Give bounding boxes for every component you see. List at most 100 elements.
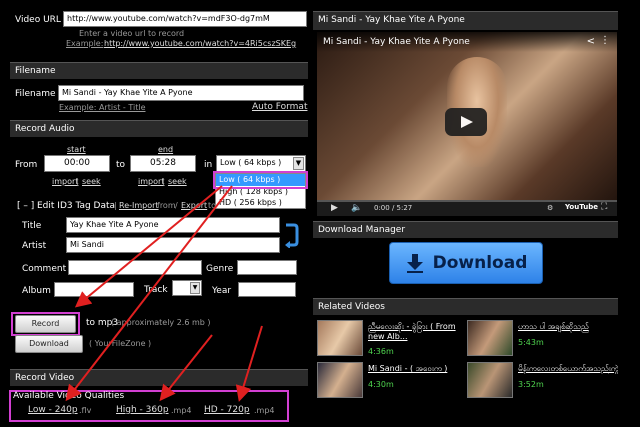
available-qualities-label: Available Video Qualities xyxy=(13,391,125,401)
play-button[interactable] xyxy=(445,108,487,136)
track-label: Track xyxy=(144,285,168,295)
end-seek-link[interactable]: seek xyxy=(168,177,187,186)
artist-input[interactable]: Mi Sandi xyxy=(66,237,280,253)
quality-highlight-box xyxy=(213,171,308,189)
chevron-down-icon[interactable]: ▼ xyxy=(293,157,304,170)
related-title[interactable]: မိန်းကလေးတစ်ယောက်အသည်းကွဲချိန် xyxy=(518,364,618,374)
download-arrow-icon xyxy=(406,254,423,273)
related-duration: 4:30m xyxy=(368,380,394,389)
start-time-input[interactable]: 00:00 xyxy=(44,155,110,172)
quality-240p-ext: .flv xyxy=(79,406,92,415)
related-title[interactable]: Mi Sandi - ( အဝေးက ) xyxy=(368,364,462,374)
comment-input[interactable] xyxy=(68,260,202,275)
quality-720p-link[interactable]: HD - 720p xyxy=(204,405,250,415)
id3-separator-2: / xyxy=(175,201,178,210)
related-title[interactable]: ညီမလေးဆိုး - ခွဲခြား ( From new Alb... xyxy=(368,322,462,342)
audio-quality-select[interactable]: Low ( 64 kbps ) ▼ xyxy=(216,155,306,172)
related-video-item[interactable]: မိန်းကလေးတစ်ယောက်အသည်းကွဲချိန် 3:52m xyxy=(467,362,618,400)
end-import-link[interactable]: import xyxy=(138,177,164,186)
filename-input[interactable]: Mi Sandi - Yay Khae Yite A Pyone xyxy=(58,85,304,101)
player-controls: ▶ 🔈 0:00 / 5:27 ⚙ YouTube ⛶ xyxy=(317,200,617,216)
quality-720p-ext: .mp4 xyxy=(254,406,275,415)
filename-section-header: Filename xyxy=(10,62,308,79)
download-manager-label: Download xyxy=(432,253,528,273)
arrow-to-720p xyxy=(235,325,263,402)
filename-label: Filename xyxy=(15,89,56,99)
track-chevron-down-icon[interactable]: ▼ xyxy=(190,282,200,294)
start-import-link[interactable]: import xyxy=(52,177,78,186)
related-duration: 3:52m xyxy=(518,380,544,389)
related-thumbnail[interactable] xyxy=(467,320,513,356)
end-time-input[interactable]: 05:28 xyxy=(130,155,196,172)
related-thumbnail[interactable] xyxy=(317,320,363,356)
download-manager-header: Download Manager xyxy=(313,221,618,238)
genre-input[interactable] xyxy=(237,260,297,275)
record-button[interactable]: Record xyxy=(15,315,76,333)
download-mp3-button[interactable]: Download xyxy=(15,335,83,353)
artist-label: Artist xyxy=(22,241,47,251)
download-manager-button[interactable]: Download xyxy=(389,242,543,284)
quality-option-hd[interactable]: HD ( 256 kbps ) xyxy=(216,197,305,208)
year-input[interactable] xyxy=(238,282,296,297)
related-thumbnail[interactable] xyxy=(467,362,513,398)
quality-360p-link[interactable]: High - 360p xyxy=(116,405,169,415)
record-video-section-header: Record Video xyxy=(10,369,308,386)
video-title[interactable]: Mi Sandi - Yay Khae Yite A Pyone xyxy=(323,37,470,47)
end-separator: | xyxy=(162,177,165,186)
id3-separator: | xyxy=(114,201,117,210)
yourfilezone-label: ( YourFileZone ) xyxy=(89,339,152,348)
from-label: From xyxy=(15,160,38,170)
video-url-hint: Enter a video url to record xyxy=(79,29,185,38)
share-icon[interactable]: < xyxy=(587,36,595,47)
start-seek-link[interactable]: seek xyxy=(82,177,101,186)
id3-toggle[interactable]: [ – ] xyxy=(17,201,34,211)
player-play-icon[interactable]: ▶ xyxy=(331,203,338,213)
to-label: to xyxy=(116,160,126,170)
fullscreen-icon[interactable]: ⛶ xyxy=(601,202,607,212)
start-separator: | xyxy=(76,177,79,186)
album-label: Album xyxy=(22,286,51,296)
video-player[interactable]: Mi Sandi - Yay Khae Yite A Pyone < ⋮ ▶ 🔈… xyxy=(317,32,617,216)
approx-size: ( approximately 2.6 mb ) xyxy=(111,318,211,327)
example-link[interactable]: http://www.youtube.com/watch?v=4Ri5cszSK… xyxy=(104,39,296,48)
quality-240p-link[interactable]: Low - 240p xyxy=(28,405,78,415)
related-duration: 5:43m xyxy=(518,338,544,347)
end-link[interactable]: end xyxy=(158,145,173,154)
export-link[interactable]: Export xyxy=(181,201,207,210)
album-input[interactable] xyxy=(54,282,134,297)
related-video-item[interactable]: ဟာသ ပါ အချစ်ဆိုသည် 5:43m xyxy=(467,320,618,358)
record-audio-section-header: Record Audio xyxy=(10,120,308,137)
related-duration: 4:36m xyxy=(368,347,394,356)
start-link[interactable]: start xyxy=(67,145,86,154)
reimport-link[interactable]: Re-Import xyxy=(119,201,159,210)
related-video-item[interactable]: Mi Sandi - ( အဝေးက ) 4:30m xyxy=(317,362,462,400)
video-url-input[interactable]: http://www.youtube.com/watch?v=mdF3O-dg7… xyxy=(63,11,307,27)
related-thumbnail[interactable] xyxy=(317,362,363,398)
player-header: Mi Sandi - Yay Khae Yite A Pyone xyxy=(313,11,618,30)
example-label: Example: xyxy=(66,39,104,48)
related-video-item[interactable]: ညီမလေးဆိုး - ခွဲခြား ( From new Alb... 4… xyxy=(317,320,462,358)
year-label: Year xyxy=(212,286,232,296)
swap-icon[interactable] xyxy=(284,222,300,248)
title-input[interactable]: Yay Khae Yite A Pyone xyxy=(66,217,280,233)
arrow-to-360p xyxy=(159,334,213,402)
auto-format-link[interactable]: Auto Format xyxy=(252,102,307,112)
quality-360p-ext: .mp4 xyxy=(171,406,192,415)
genre-label: Genre xyxy=(206,264,234,274)
youtube-logo[interactable]: YouTube xyxy=(565,203,598,211)
play-icon xyxy=(461,116,473,128)
filename-example: Example: Artist - Title xyxy=(59,103,146,112)
volume-icon[interactable]: 🔈 xyxy=(351,203,362,213)
more-icon[interactable]: ⋮ xyxy=(600,35,610,46)
related-title[interactable]: ဟာသ ပါ အချစ်ဆိုသည် xyxy=(518,322,618,332)
progress-bar[interactable] xyxy=(317,200,617,202)
related-videos-header: Related Videos xyxy=(313,298,618,315)
id3-label: Edit ID3 Tag Data xyxy=(37,201,116,211)
settings-icon[interactable]: ⚙ xyxy=(547,204,553,212)
player-time: 0:00 / 5:27 xyxy=(374,204,413,212)
id3-to: to xyxy=(208,201,217,210)
track-select[interactable]: ▼ xyxy=(172,280,202,296)
title-label: Title xyxy=(22,221,42,231)
comment-label: Comment xyxy=(22,264,67,274)
in-label: in xyxy=(204,160,213,170)
